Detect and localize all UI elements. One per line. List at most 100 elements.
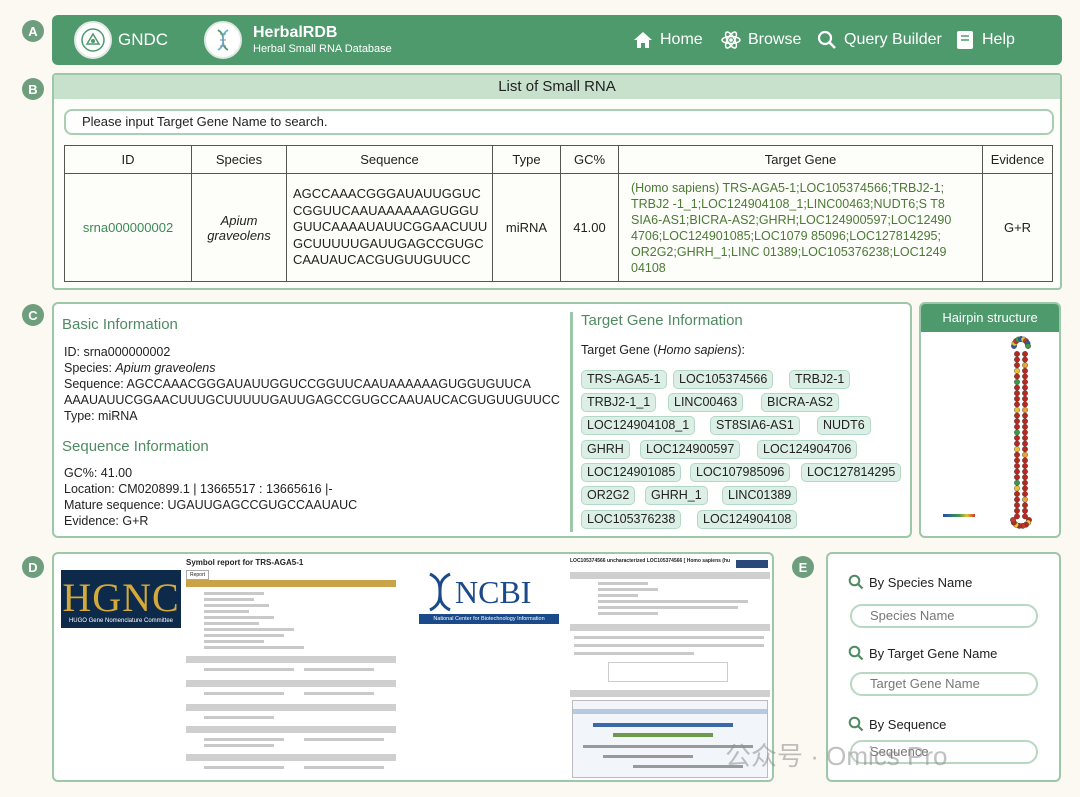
app-title: HerbalRDB <box>253 24 338 41</box>
hairpin-base <box>1014 463 1020 469</box>
gene-chip[interactable]: BICRA-AS2 <box>761 393 839 412</box>
hgnc-section-bar <box>186 680 396 687</box>
row-id-link[interactable]: srna000000002 <box>64 173 192 282</box>
target-line: 4706;LOC124901085;LOC1079 85096;LOC12781… <box>631 228 941 243</box>
ncbi-logo[interactable]: NCBI National Center for Biotechnology I… <box>419 572 559 630</box>
gene-chip[interactable]: LOC107985096 <box>690 463 791 482</box>
target-line: TRBJ2 -1_1;LOC124904108_1;LINC00463;NUDT… <box>631 196 945 211</box>
hairpin-base <box>1022 491 1028 497</box>
hgnc-line <box>204 692 284 695</box>
hairpin-base <box>1014 468 1020 475</box>
gene-chip[interactable]: LOC124904706 <box>757 440 858 459</box>
gene-chip[interactable]: LOC124900597 <box>640 440 741 459</box>
species-name-input[interactable]: Species Name <box>850 604 1038 628</box>
hgnc-report-title: Symbol report for TRS-AGA5-1 <box>186 558 304 567</box>
gene-chip[interactable]: NUDT6 <box>817 416 871 435</box>
row-evidence: G+R <box>982 173 1053 282</box>
nav-query-builder-label: Query Builder <box>844 31 942 48</box>
gene-chip[interactable]: LOC124904108 <box>697 510 798 529</box>
gndc-logo[interactable] <box>74 21 112 59</box>
gene-chip[interactable]: OR2G2 <box>581 486 636 505</box>
hgnc-line <box>204 716 274 719</box>
hairpin-base <box>1014 395 1020 402</box>
gene-chip[interactable]: LINC00463 <box>668 393 744 412</box>
hgnc-line <box>204 744 274 747</box>
hgnc-line <box>204 616 274 619</box>
external-resources-panel: HGNC HUGO Gene Nomenclature Committee Sy… <box>52 552 774 782</box>
target-gene-name-input[interactable]: Target Gene Name <box>850 672 1038 696</box>
ncbi-logo-subtitle: National Center for Biotechnology Inform… <box>419 614 559 624</box>
hairpin-base <box>1022 367 1028 374</box>
app-subtitle: Herbal Small RNA Database <box>253 43 392 55</box>
ncbi-line <box>574 644 764 647</box>
herbalrdb-logo[interactable] <box>204 21 242 59</box>
sequence-line: CAAUAUCACGUGUUGUUCC <box>293 252 471 268</box>
gndc-label[interactable]: GNDC <box>118 30 168 50</box>
sequence-line: GUUCAAAAUAUUCGGAACUUU <box>293 219 488 235</box>
hgnc-logo[interactable]: HGNC HUGO Gene Nomenclature Committee <box>61 570 181 628</box>
nav-query-builder[interactable]: Query Builder <box>816 29 942 51</box>
col-header-evidence[interactable]: Evidence <box>982 145 1053 174</box>
hairpin-base <box>1022 468 1028 475</box>
hairpin-base <box>1014 362 1020 369</box>
ncbi-helix-icon <box>429 572 451 612</box>
gene-chip[interactable]: TRS-AGA5-1 <box>581 370 667 389</box>
gene-chip[interactable]: TRBJ2-1 <box>789 370 851 389</box>
gene-chip[interactable]: GHRH <box>581 440 630 459</box>
gene-chip[interactable]: LOC105376238 <box>581 510 682 529</box>
gene-chip[interactable]: LOC127814295 <box>801 463 902 482</box>
gene-chip[interactable]: LOC124901085 <box>581 463 682 482</box>
viewer-track <box>613 733 713 737</box>
nav-browse[interactable]: Browse <box>720 29 801 51</box>
gene-chip[interactable]: LOC124904108_1 <box>581 416 696 435</box>
gene-chip[interactable]: ST8SIA6-AS1 <box>710 416 800 435</box>
col-header-target-gene[interactable]: Target Gene <box>618 145 983 174</box>
ncbi-line <box>598 588 658 591</box>
hgnc-line <box>204 610 249 613</box>
hairpin-base <box>1014 373 1020 380</box>
panel-letter-b: B <box>22 78 44 100</box>
ncbi-line <box>598 612 658 615</box>
seq-evidence: Evidence: G+R <box>64 514 149 528</box>
gene-chip[interactable]: TRBJ2-1_1 <box>581 393 657 412</box>
basic-sequence-2: AAAUAUUCGGAACUUUGCUUUUUGAUUGAGCCGUGCCAAU… <box>64 393 560 407</box>
hgnc-logo-subtitle: HUGO Gene Nomenclature Committee <box>68 618 174 624</box>
nav-home-label: Home <box>660 31 703 48</box>
target-gene-search-input[interactable]: Please input Target Gene Name to search. <box>64 109 1054 135</box>
hairpin-base <box>1014 407 1020 413</box>
by-sequence-label: By Sequence <box>848 716 946 732</box>
ncbi-line <box>598 582 648 585</box>
nav-help[interactable]: Help <box>954 29 1015 51</box>
col-header-id[interactable]: ID <box>64 145 192 174</box>
hgnc-line <box>304 668 374 671</box>
ncbi-download-button[interactable] <box>736 560 768 568</box>
small-rna-list-panel: List of Small RNA Please input Target Ge… <box>52 73 1062 290</box>
hgnc-line <box>204 634 284 637</box>
hairpin-base <box>1022 502 1028 509</box>
hgnc-report-tab[interactable]: Report <box>186 570 210 580</box>
gene-chip[interactable]: LINC01389 <box>722 486 798 505</box>
navbar: GNDC HerbalRDB Herbal Small RNA Database… <box>52 15 1062 65</box>
col-header-type[interactable]: Type <box>492 145 561 174</box>
hairpin-base <box>1022 401 1028 408</box>
row-gc: 41.00 <box>560 173 619 282</box>
nav-home[interactable]: Home <box>632 29 703 51</box>
target-gene-label: Target Gene (Homo sapiens): <box>581 343 745 357</box>
hgnc-line <box>204 604 269 607</box>
hgnc-logo-text: HGNC <box>62 575 180 620</box>
col-header-gc[interactable]: GC% <box>560 145 619 174</box>
hairpin-base <box>1014 457 1020 464</box>
hairpin-panel: Hairpin structure <box>919 302 1061 538</box>
row-sequence: AGCCAAACGGGAUAUUGGUC CGGUUCAAUAAAAAAGUGG… <box>286 173 493 282</box>
gene-chip[interactable]: LOC105374566 <box>673 370 774 389</box>
hairpin-base <box>1014 502 1020 509</box>
col-header-species[interactable]: Species <box>191 145 287 174</box>
hgnc-section-bar <box>186 580 396 587</box>
hairpin-base <box>1022 485 1028 492</box>
basic-sequence-1: Sequence: AGCCAAACGGGAUAUUGGUCCGGUUCAAUA… <box>64 377 531 391</box>
gene-chip[interactable]: GHRH_1 <box>645 486 708 505</box>
row-species: Apium graveolens <box>191 173 287 282</box>
hairpin-base <box>1014 451 1020 458</box>
hgnc-section-bar <box>186 704 396 711</box>
col-header-sequence[interactable]: Sequence <box>286 145 493 174</box>
